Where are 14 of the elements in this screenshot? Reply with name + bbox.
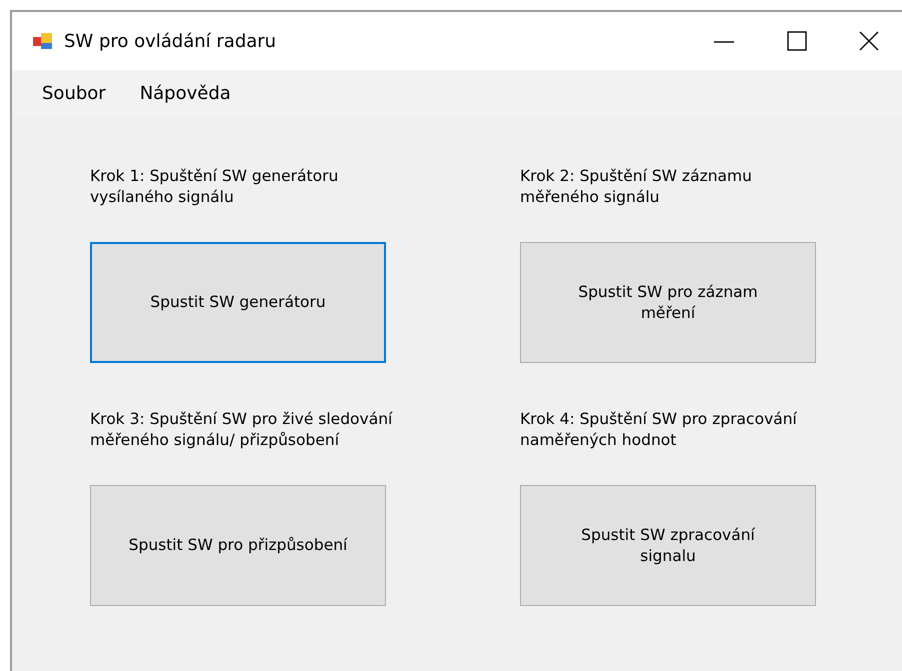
launch-button[interactable]: Spustit SW pro přizpůsobení (90, 485, 386, 606)
launch-button[interactable]: Spustit SW generátoru (90, 242, 386, 363)
step-label: Krok 1: Spuštění SW generátoru vysílaného signálu (90, 166, 340, 208)
step-label: Krok 4: Spuštění SW pro zpracování naměřených hodnot (520, 409, 798, 451)
launch-button[interactable]: Spustit SW zpracování signalu (520, 485, 816, 606)
close-icon[interactable] (858, 30, 880, 52)
window-title: SW pro ovládání radaru (64, 30, 276, 52)
launch-button[interactable]: Spustit SW pro záznam měření (520, 242, 816, 363)
step-label: Krok 2: Spuštění SW záznamu měřeného signálu (520, 166, 753, 208)
step-label: Krok 3: Spuštění SW pro živé sledování měřeného signálu/ přizpůsobení (90, 409, 394, 451)
app-icon (32, 31, 54, 51)
menu-item[interactable]: Soubor (42, 82, 106, 104)
maximize-icon[interactable] (786, 30, 808, 52)
menu-item[interactable]: Nápověda (140, 82, 231, 104)
